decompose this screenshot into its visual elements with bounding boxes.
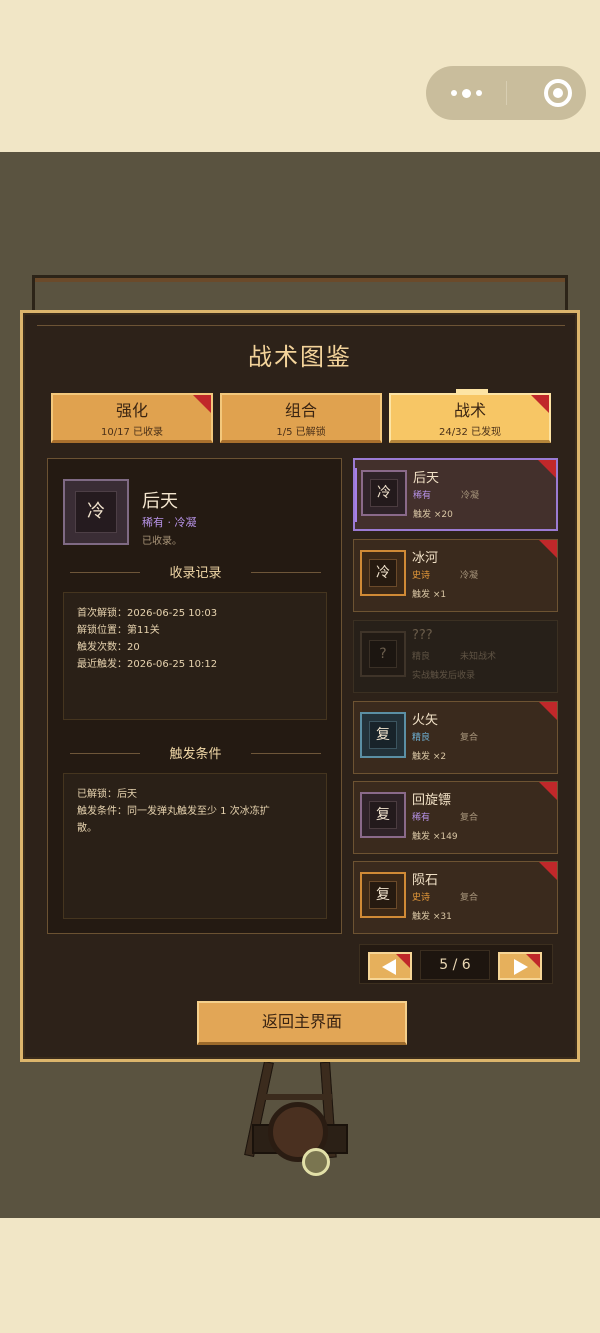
card-rarity: 精良 (412, 733, 431, 743)
tactic-card[interactable]: 冷 后天 稀有 冷凝 触发 ×20 (353, 458, 558, 531)
left-arrow-icon (382, 959, 396, 975)
tactic-card-locked[interactable]: ? ??? 精良 未知战术 实战触发后收录 (353, 620, 558, 693)
detail-panel: 冷 后天 稀有 · 冷凝 已收录。 收录记录 首次解锁：2026-06-25 1… (47, 458, 342, 934)
tactic-tags: 稀有 · 冷凝 (142, 514, 197, 530)
tab-progress: 1/5 已解锁 (276, 427, 326, 438)
close-miniprogram-icon[interactable] (544, 79, 572, 107)
new-badge-icon (538, 460, 556, 478)
card-count: 触发 ×1 (412, 590, 447, 600)
collected-status: 已收录。 (142, 536, 182, 547)
card-hint: 实战触发后收录 (412, 671, 476, 681)
new-badge-icon (539, 702, 557, 720)
card-icon: 复 (360, 872, 406, 918)
condition-unlocked: 已解锁：后天 (77, 789, 137, 800)
card-type: 复合 (460, 813, 479, 823)
card-name: 后天 (413, 471, 440, 486)
tactic-icon: 冷 (63, 479, 129, 545)
projectile-ball (302, 1148, 330, 1176)
condition-text: 触发条件：同一发弹丸触发至少 1 次冰冻扩 (77, 806, 270, 817)
card-glyph: 冷 (370, 479, 398, 507)
card-icon: 复 (360, 792, 406, 838)
page-indicator: 5 / 6 (420, 950, 490, 980)
tactic-name: 后天 (142, 491, 178, 512)
tag-separator: · (167, 516, 172, 529)
tactic-rarity: 稀有 (142, 516, 164, 529)
new-badge-icon (539, 540, 557, 558)
more-menu-icon[interactable] (426, 66, 506, 120)
unknown-glyph: ? (369, 640, 397, 668)
tactic-card[interactable]: 复 陨石 史诗 复合 触发 ×31 (353, 861, 558, 934)
background-frame (32, 275, 568, 315)
new-badge-icon (396, 954, 410, 968)
tactic-glyph: 冷 (75, 491, 117, 533)
new-badge-icon (193, 395, 211, 413)
new-badge-icon (531, 395, 549, 413)
record-unlock-location: 解锁位置：第11关 (77, 625, 160, 636)
catapult-sprite (244, 1060, 350, 1177)
card-name: 火矢 (412, 713, 439, 728)
card-type: 冷凝 (460, 571, 479, 581)
tactic-card[interactable]: 复 回旋镖 稀有 复合 触发 ×149 (353, 781, 558, 854)
card-glyph: 复 (369, 881, 397, 909)
record-last-trigger: 最近触发：2026-06-25 10:12 (77, 659, 218, 670)
catapult-beam (264, 1094, 332, 1100)
prev-page-button[interactable] (368, 952, 412, 980)
miniprogram-capsule (426, 66, 586, 120)
tab-tactics[interactable]: 战术 24/32 已发现 (389, 393, 551, 443)
capsule-divider (506, 81, 507, 105)
condition-section-title: 触发条件 (68, 743, 323, 763)
tactics-codex-panel: 战术图鉴 强化 10/17 已收录 组合 1/5 已解锁 战术 24/32 已发… (20, 310, 580, 1062)
tab-progress: 24/32 已发现 (439, 427, 501, 438)
tab-enhance[interactable]: 强化 10/17 已收录 (51, 393, 213, 443)
condition-box: 已解锁：后天 触发条件：同一发弹丸触发至少 1 次冰冻扩 散。 (63, 773, 327, 919)
card-count: 触发 ×2 (412, 752, 447, 762)
card-type: 复合 (460, 733, 479, 743)
card-rarity: 稀有 (412, 813, 431, 823)
card-icon: 冷 (361, 470, 407, 516)
card-icon: 复 (360, 712, 406, 758)
tab-label: 组合 (284, 401, 317, 420)
panel-divider (37, 325, 565, 326)
tactic-card[interactable]: 复 火矢 精良 复合 触发 ×2 (353, 701, 558, 774)
card-glyph: 复 (369, 721, 397, 749)
new-badge-icon (539, 862, 557, 880)
card-rarity: 精良 (412, 652, 431, 662)
tactic-series: 冷凝 (174, 516, 197, 529)
new-badge-icon (539, 782, 557, 800)
card-count: 触发 ×31 (412, 912, 452, 922)
tab-combo[interactable]: 组合 1/5 已解锁 (220, 393, 382, 443)
condition-text-cont: 散。 (77, 823, 97, 834)
top-bar (0, 0, 600, 152)
card-icon: ? (360, 631, 406, 677)
card-type: 复合 (460, 893, 479, 903)
card-type: 冷凝 (461, 491, 480, 501)
card-type: 未知战术 (460, 652, 497, 662)
next-page-button[interactable] (498, 952, 542, 980)
card-glyph: 复 (369, 801, 397, 829)
record-trigger-count: 触发次数：20 (77, 642, 140, 653)
record-box: 首次解锁：2026-06-25 10:03 解锁位置：第11关 触发次数：20 … (63, 592, 327, 720)
card-name: 回旋镖 (412, 793, 452, 808)
bottom-bar (0, 1218, 600, 1333)
new-badge-icon (526, 954, 540, 968)
card-rarity: 稀有 (413, 491, 432, 501)
record-first-unlock: 首次解锁：2026-06-25 10:03 (77, 608, 218, 619)
record-section-title: 收录记录 (68, 562, 323, 582)
card-count: 触发 ×149 (412, 832, 458, 842)
card-name: 冰河 (412, 551, 439, 566)
card-glyph: 冷 (369, 559, 397, 587)
card-count: 触发 ×20 (413, 510, 453, 520)
card-name: 陨石 (412, 873, 439, 888)
card-rarity: 史诗 (412, 893, 431, 903)
pagination: 5 / 6 (359, 944, 553, 984)
card-rarity: 史诗 (412, 571, 431, 581)
tab-progress: 10/17 已收录 (101, 427, 163, 438)
return-main-button[interactable]: 返回主界面 (197, 1001, 407, 1045)
card-icon: 冷 (360, 550, 406, 596)
card-name: ??? (412, 628, 433, 643)
panel-title: 战术图鉴 (248, 343, 352, 371)
tab-label: 战术 (453, 401, 486, 420)
tactic-card[interactable]: 冷 冰河 史诗 冷凝 触发 ×1 (353, 539, 558, 612)
tab-label: 强化 (115, 401, 148, 420)
